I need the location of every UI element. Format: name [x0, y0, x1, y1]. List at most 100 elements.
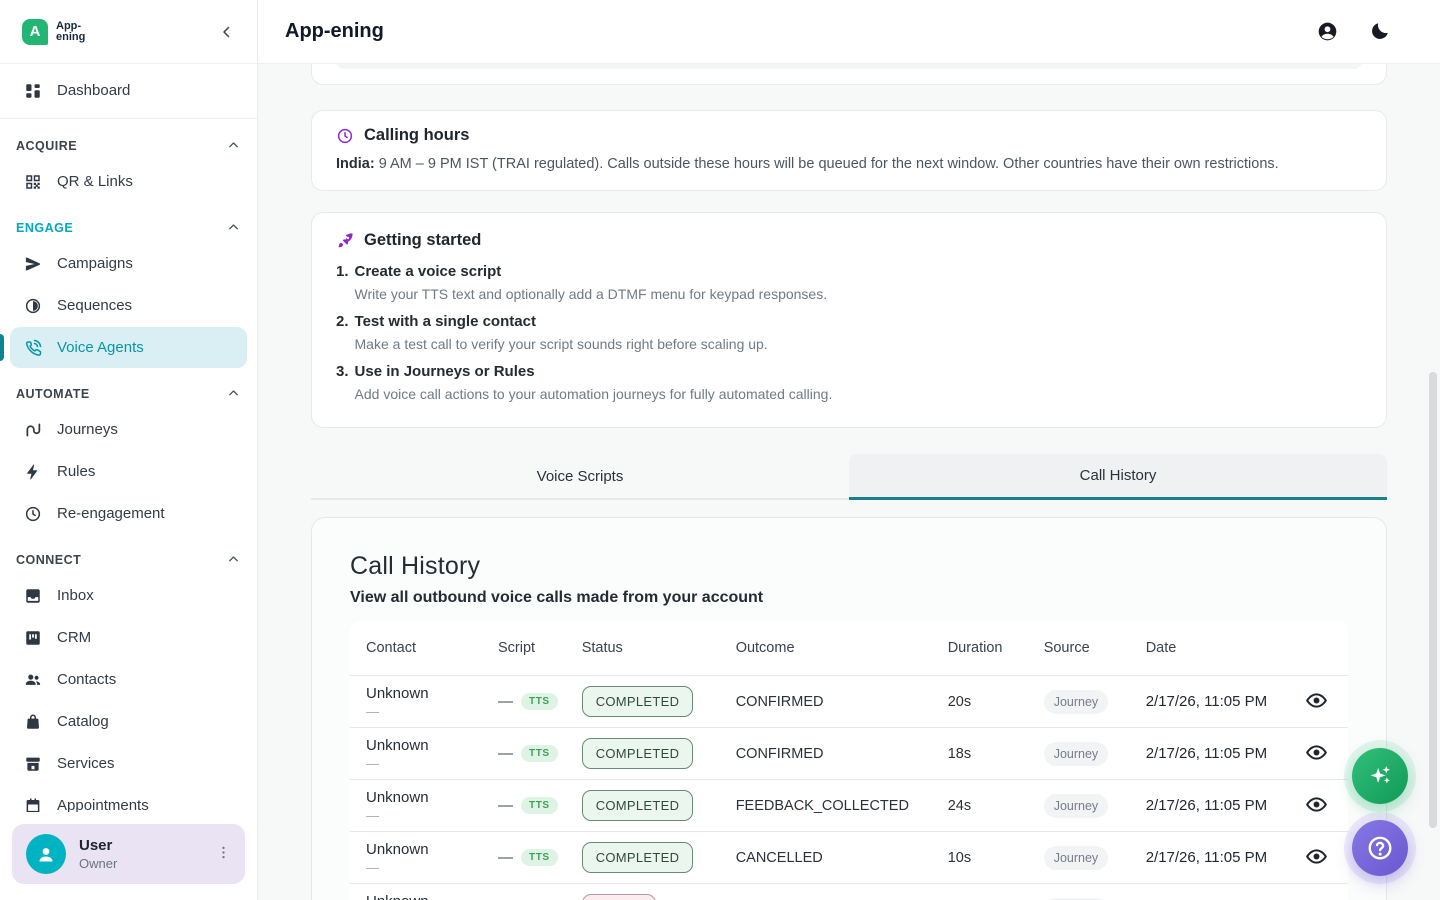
tab-voice-scripts[interactable]: Voice Scripts [311, 454, 849, 500]
help-fab[interactable] [1352, 820, 1408, 876]
sidebar-item-dashboard[interactable]: Dashboard [10, 70, 247, 111]
sidebar-item-sequences[interactable]: Sequences [10, 285, 247, 326]
scrollbar-thumb[interactable] [1429, 372, 1437, 828]
chevron-up-icon [226, 386, 241, 401]
sidebar-item-crm[interactable]: CRM [10, 617, 247, 658]
view-call-button[interactable] [1302, 791, 1332, 821]
sidebar-item-voice-agents[interactable]: Voice Agents [10, 327, 247, 368]
services-icon [24, 755, 42, 773]
date-cell: 2/17/26, 11:05 PM [1130, 884, 1286, 900]
tts-badge: TTS [521, 693, 558, 710]
duration-cell: 10s [932, 832, 1028, 884]
sidebar-item-appointments[interactable]: Appointments [10, 785, 247, 812]
eye-icon [1305, 845, 1328, 868]
sidebar-section-acquire[interactable]: ACQUIRE [0, 121, 257, 161]
script-dash: — [498, 745, 513, 762]
contact-sub: — [366, 808, 474, 823]
outcome-cell: NO_ANSWER [720, 884, 932, 900]
call-history-subtitle: View all outbound voice calls made from … [350, 589, 1348, 607]
source-badge: Journey [1044, 742, 1108, 766]
sidebar-section-connect[interactable]: CONNECT [0, 535, 257, 575]
ai-assistant-fab[interactable] [1352, 748, 1408, 804]
view-call-button[interactable] [1302, 843, 1332, 873]
column-header-script: Script [482, 621, 566, 676]
view-call-button[interactable] [1302, 895, 1332, 900]
chevron-up-icon [226, 220, 241, 235]
avatar [26, 834, 66, 874]
sidebar-item-label: Journeys [57, 421, 118, 438]
date-cell: 2/17/26, 11:05 PM [1130, 780, 1286, 832]
duration-cell: 20s [932, 676, 1028, 728]
column-header-contact: Contact [350, 621, 482, 676]
sidebar-item-inbox[interactable]: Inbox [10, 575, 247, 616]
status-badge: COMPLETED [582, 738, 694, 769]
table-row: Unknown — — TTS FAILED NO_ANSWER 30s Jou… [350, 884, 1348, 900]
view-call-button[interactable] [1302, 687, 1332, 717]
sidebar-item-label: CRM [57, 629, 91, 646]
date-cell: 2/17/26, 11:05 PM [1130, 676, 1286, 728]
clock-icon [336, 127, 354, 145]
tab-call-history[interactable]: Call History [849, 454, 1387, 500]
sidebar-item-label: Contacts [57, 671, 116, 688]
active-item-indicator [0, 334, 4, 361]
status-badge: COMPLETED [582, 686, 694, 717]
qr-icon [24, 173, 42, 191]
table-header-row: Contact Script Status Outcome Duration S… [350, 621, 1348, 676]
sidebar-item-qr-links[interactable]: QR & Links [10, 161, 247, 202]
partial-card [311, 64, 1387, 85]
inbox-icon [24, 587, 42, 605]
getting-started-step: 3. Use in Journeys or Rules Add voice ca… [336, 363, 1362, 403]
contact-name: Unknown [366, 789, 474, 806]
sidebar-collapse-button[interactable] [213, 18, 241, 46]
sidebar-item-contacts[interactable]: Contacts [10, 659, 247, 700]
script-dash: — [498, 849, 513, 866]
dashboard-icon [24, 82, 42, 100]
sidebar-item-label: Catalog [57, 713, 109, 730]
chevron-up-icon [226, 552, 241, 567]
script-dash: — [498, 693, 513, 710]
view-call-button[interactable] [1302, 739, 1332, 769]
call-history-title: Call History [350, 552, 1348, 581]
account-button[interactable] [1308, 13, 1346, 51]
sidebar-section-automate[interactable]: AUTOMATE [0, 369, 257, 409]
sidebar-item-services[interactable]: Services [10, 743, 247, 784]
sidebar-item-label: Services [57, 755, 115, 772]
getting-started-title: Getting started [364, 231, 481, 250]
sidebar: A App- ening Dashboard ACQUIRE QR & Link… [0, 0, 258, 900]
calling-hours-title: Calling hours [364, 126, 469, 145]
user-card[interactable]: User Owner [12, 824, 245, 884]
clock-icon [24, 505, 42, 523]
sidebar-item-label: Sequences [57, 297, 132, 314]
outcome-cell: CONFIRMED [720, 728, 932, 780]
sidebar-item-campaigns[interactable]: Campaigns [10, 243, 247, 284]
sidebar-item-re-engagement[interactable]: Re-engagement [10, 493, 247, 534]
question-mark-icon [1365, 833, 1395, 863]
call-history-panel: Call History View all outbound voice cal… [311, 517, 1387, 900]
bolt-icon [24, 463, 42, 481]
contact-name: Unknown [366, 737, 474, 754]
calling-hours-text: India: 9 AM – 9 PM IST (TRAI regulated).… [336, 156, 1362, 172]
partial-card-inner [336, 64, 1362, 69]
sidebar-item-catalog[interactable]: Catalog [10, 701, 247, 742]
contact-sub: — [366, 756, 474, 771]
call-history-table: Contact Script Status Outcome Duration S… [350, 621, 1348, 900]
dark-mode-toggle[interactable] [1360, 13, 1398, 51]
account-circle-icon [1316, 20, 1339, 43]
chevron-up-icon [226, 138, 241, 153]
tts-badge: TTS [521, 797, 558, 814]
table-row: Unknown — — TTS COMPLETED CONFIRMED 18s … [350, 728, 1348, 780]
sidebar-item-label: Campaigns [57, 255, 133, 272]
sidebar-item-journeys[interactable]: Journeys [10, 409, 247, 450]
sidebar-item-label: Re-engagement [57, 505, 165, 522]
user-menu-button[interactable] [211, 840, 235, 868]
sidebar-nav: Dashboard ACQUIRE QR & Links ENGAGE Camp… [0, 64, 257, 812]
sidebar-section-engage[interactable]: ENGAGE [0, 203, 257, 243]
sidebar-item-rules[interactable]: Rules [10, 451, 247, 492]
contact-sub: — [366, 860, 474, 875]
tab-bar: Voice Scripts Call History [311, 454, 1387, 500]
status-badge: FAILED [582, 894, 657, 900]
source-badge: Journey [1044, 690, 1108, 714]
contact-name: Unknown [366, 685, 474, 702]
table-row: Unknown — — TTS COMPLETED CONFIRMED 20s … [350, 676, 1348, 728]
tts-badge: TTS [521, 849, 558, 866]
